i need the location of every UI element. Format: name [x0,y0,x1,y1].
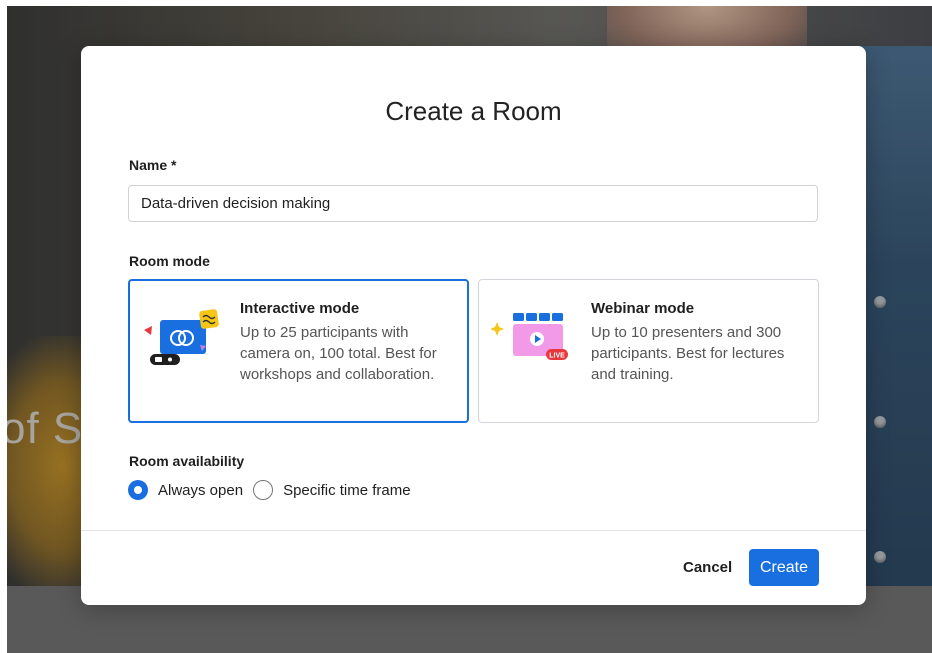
cancel-button[interactable]: Cancel [671,549,744,585]
footer-divider [81,530,866,531]
room-mode-label: Room mode [129,253,210,269]
webinar-mode-description: Up to 10 presenters and 300 participants… [591,324,785,383]
name-label: Name * [129,157,177,173]
specific-time-frame-label[interactable]: Specific time frame [283,482,411,499]
create-button[interactable]: Create [749,549,819,586]
dialog-title: Create a Room [385,96,562,126]
room-availability-label: Room availability [129,453,245,469]
room-name-input[interactable] [128,185,818,222]
interactive-mode-description: Up to 25 participants with camera on, 10… [240,324,437,383]
live-badge: LIVE [549,353,565,360]
specific-time-frame-radio[interactable] [253,480,274,500]
always-open-radio[interactable] [128,480,148,500]
always-open-label[interactable]: Always open [158,482,243,499]
webinar-mode-card[interactable]: LIVE Webinar mode Up to 10 presenters an… [478,279,819,423]
availability-radio-group: Always open Specific time frame [128,480,421,500]
interactive-mode-title: Interactive mode [240,300,360,317]
interactive-mode-illustration-icon [144,309,219,365]
webinar-mode-illustration-icon: LIVE [491,313,568,360]
create-room-dialog: Create a Room Name * Room mode Interacti… [81,46,866,605]
webinar-mode-title: Webinar mode [591,300,695,317]
interactive-mode-card[interactable]: Interactive mode Up to 25 participants w… [128,279,469,423]
